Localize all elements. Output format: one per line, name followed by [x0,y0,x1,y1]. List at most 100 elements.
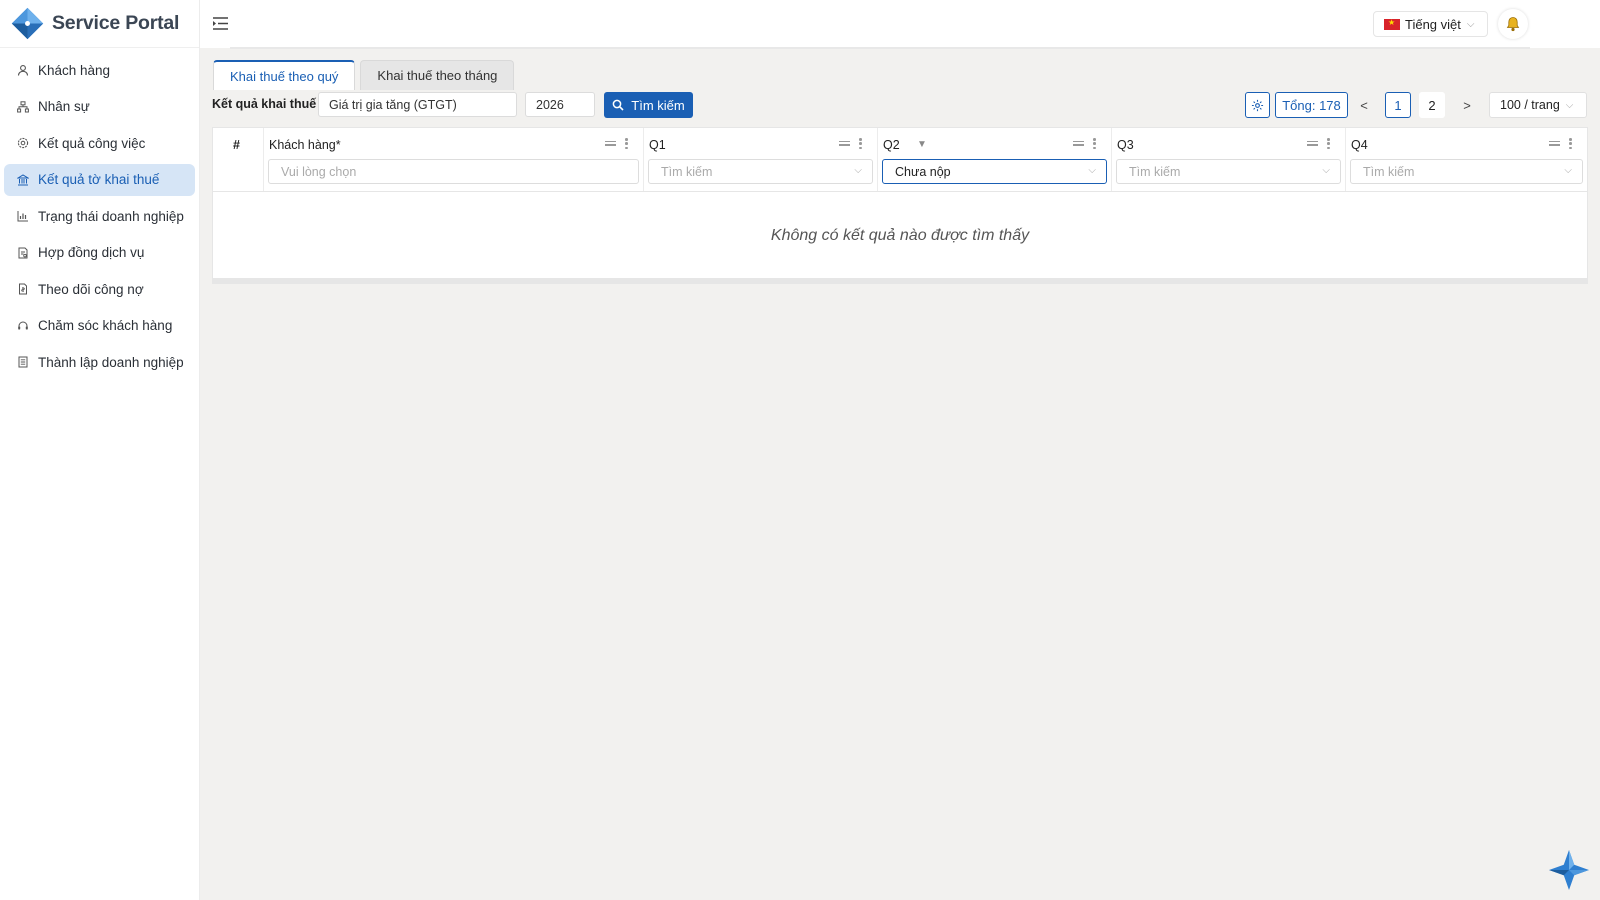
next-page-button[interactable]: > [1455,92,1479,118]
column-title: Khách hàng* [269,138,341,152]
vietnam-flag-icon [1384,18,1400,30]
empty-state-message: Không có kết quả nào được tìm thấy [770,227,1030,244]
column-q4: Q4 Tìm kiếm ⌵ [1346,128,1587,191]
sidebar-item-hop-dong-dich-vu[interactable]: Hợp đồng dịch vụ [4,237,195,269]
sidebar-item-label: Kết quả công việc [38,135,146,151]
year-select[interactable]: 2026 [525,92,595,117]
sidebar: Service Portal Khách hàng Nhân sự Kết qu… [0,0,200,900]
column-menu-icon[interactable] [859,138,863,149]
drag-handle-icon[interactable] [1549,138,1560,148]
sidebar-item-label: Kết quả tờ khai thuế [38,172,160,187]
bar-chart-icon [16,209,30,223]
sidebar-item-nhan-su[interactable]: Nhân sự [4,91,195,123]
filter-value: Chưa nộp [895,164,951,179]
column-title: Q2 [883,138,900,152]
gear-icon [1251,99,1264,111]
year-value: 2026 [536,97,564,112]
customer-filter-input[interactable]: Vui lòng chọn [268,159,639,184]
floating-logo-icon[interactable] [1548,849,1590,891]
sidebar-item-label: Trạng thái doanh nghiệp [38,208,184,224]
sidebar-item-ket-qua-to-khai-thue[interactable]: Kết quả tờ khai thuế [4,163,195,196]
top-header: Tiếng việt ⌵ [200,0,1600,48]
filter-placeholder: Tìm kiếm [1129,164,1181,179]
column-customer: Khách hàng* Vui lòng chọn [264,128,644,191]
search-button-label: Tìm kiếm [631,97,685,113]
page-button-1[interactable]: 1 [1385,92,1411,118]
column-menu-icon[interactable] [625,138,629,149]
filter-funnel-icon[interactable]: ▼ [917,139,927,150]
column-settings-button[interactable] [1245,92,1270,118]
sidebar-menu: Khách hàng Nhân sự Kết quả công việc Kết… [0,54,199,378]
prev-page-button[interactable]: < [1352,92,1376,118]
tax-type-value: Giá trị gia tăng (GTGT) [329,97,457,112]
filter-placeholder: Tìm kiếm [661,164,713,179]
q1-filter-select[interactable]: Tìm kiếm ⌵ [648,159,873,184]
sidebar-item-khach-hang[interactable]: Khách hàng [4,54,195,86]
drag-handle-icon[interactable] [1073,138,1084,148]
menu-collapse-icon[interactable] [212,15,229,32]
column-menu-icon[interactable] [1093,138,1097,149]
drag-handle-icon[interactable] [1307,138,1318,148]
sidebar-item-theo-doi-cong-no[interactable]: Theo dõi công nợ [4,273,195,305]
sidebar-item-label: Chăm sóc khách hàng [38,318,173,333]
header-divider [230,47,1530,49]
brand[interactable]: Service Portal [0,0,199,48]
page-button-2[interactable]: 2 [1419,92,1445,118]
filter-placeholder: Vui lòng chọn [281,164,357,179]
service-portal-logo-icon [11,7,44,40]
sidebar-item-label: Khách hàng [38,62,111,78]
total-count-badge: Tổng: 178 [1275,92,1348,118]
chevron-down-icon: ⌵ [1088,165,1096,176]
index-header: # [233,138,240,152]
tab-monthly[interactable]: Khai thuế theo tháng [360,60,515,90]
column-q1: Q1 Tìm kiếm ⌵ [644,128,878,191]
table-scrollbar[interactable] [212,279,1588,284]
column-title: Q1 [649,138,666,152]
column-title: Q3 [1117,138,1134,152]
support-icon [16,319,30,333]
sidebar-item-thanh-lap-doanh-nghiep[interactable]: Thành lập doanh nghiệp [4,346,195,378]
tax-type-select[interactable]: Giá trị gia tăng (GTGT) [318,92,517,117]
notification-button[interactable] [1498,9,1528,39]
chevron-down-icon: ⌵ [1565,99,1574,111]
drag-handle-icon[interactable] [605,138,616,148]
sidebar-item-label: Nhân sự [38,99,90,114]
sidebar-item-cham-soc-khach-hang[interactable]: Chăm sóc khách hàng [4,310,195,342]
language-select[interactable]: Tiếng việt ⌵ [1373,11,1488,37]
tab-quarterly[interactable]: Khai thuế theo quý [213,60,356,90]
sidebar-item-trang-thai-doanh-nghiep[interactable]: Trạng thái doanh nghiệp [4,200,195,232]
invoice-icon [16,282,30,296]
sidebar-item-ket-qua-cong-viec[interactable]: Kết quả công việc [4,127,195,159]
tax-period-tabs: Khai thuế theo quý Khai thuế theo tháng [213,60,515,90]
sidebar-item-label: Theo dõi công nợ [38,281,144,297]
document-list-icon [16,355,30,369]
column-title: Q4 [1351,138,1368,152]
page-size-value: 100 / trang [1500,98,1560,112]
search-button[interactable]: Tìm kiếm [604,92,693,118]
bell-icon [1506,17,1520,32]
chevron-down-icon: ⌵ [854,165,862,176]
search-icon [612,99,624,111]
filter-placeholder: Tìm kiếm [1363,164,1415,179]
column-q3: Q3 Tìm kiếm ⌵ [1112,128,1346,191]
language-label: Tiếng việt [1405,16,1461,32]
contract-icon [16,246,30,260]
filter-label: Kết quả khai thuế [212,97,317,111]
drag-handle-icon[interactable] [839,138,850,148]
sidebar-item-label: Thành lập doanh nghiệp [38,354,184,370]
chevron-down-icon: ⌵ [1322,165,1330,176]
table-header-divider [213,191,1587,192]
chevron-down-icon: ⌵ [1466,18,1475,30]
bank-icon [16,173,30,187]
column-q2: Q2 ▼ Chưa nộp ⌵ [878,128,1112,191]
q2-filter-select[interactable]: Chưa nộp ⌵ [882,159,1107,184]
sidebar-item-label: Hợp đồng dịch vụ [38,245,145,260]
q4-filter-select[interactable]: Tìm kiếm ⌵ [1350,159,1583,184]
tax-results-table: # Khách hàng* Vui lòng chọn Q1 Tìm kiếm … [212,127,1588,279]
column-menu-icon[interactable] [1327,138,1331,149]
page-size-select[interactable]: 100 / trang ⌵ [1489,92,1587,118]
q3-filter-select[interactable]: Tìm kiếm ⌵ [1116,159,1341,184]
brand-name: Service Portal [52,12,180,34]
chevron-down-icon: ⌵ [1564,165,1572,176]
column-menu-icon[interactable] [1569,138,1573,149]
